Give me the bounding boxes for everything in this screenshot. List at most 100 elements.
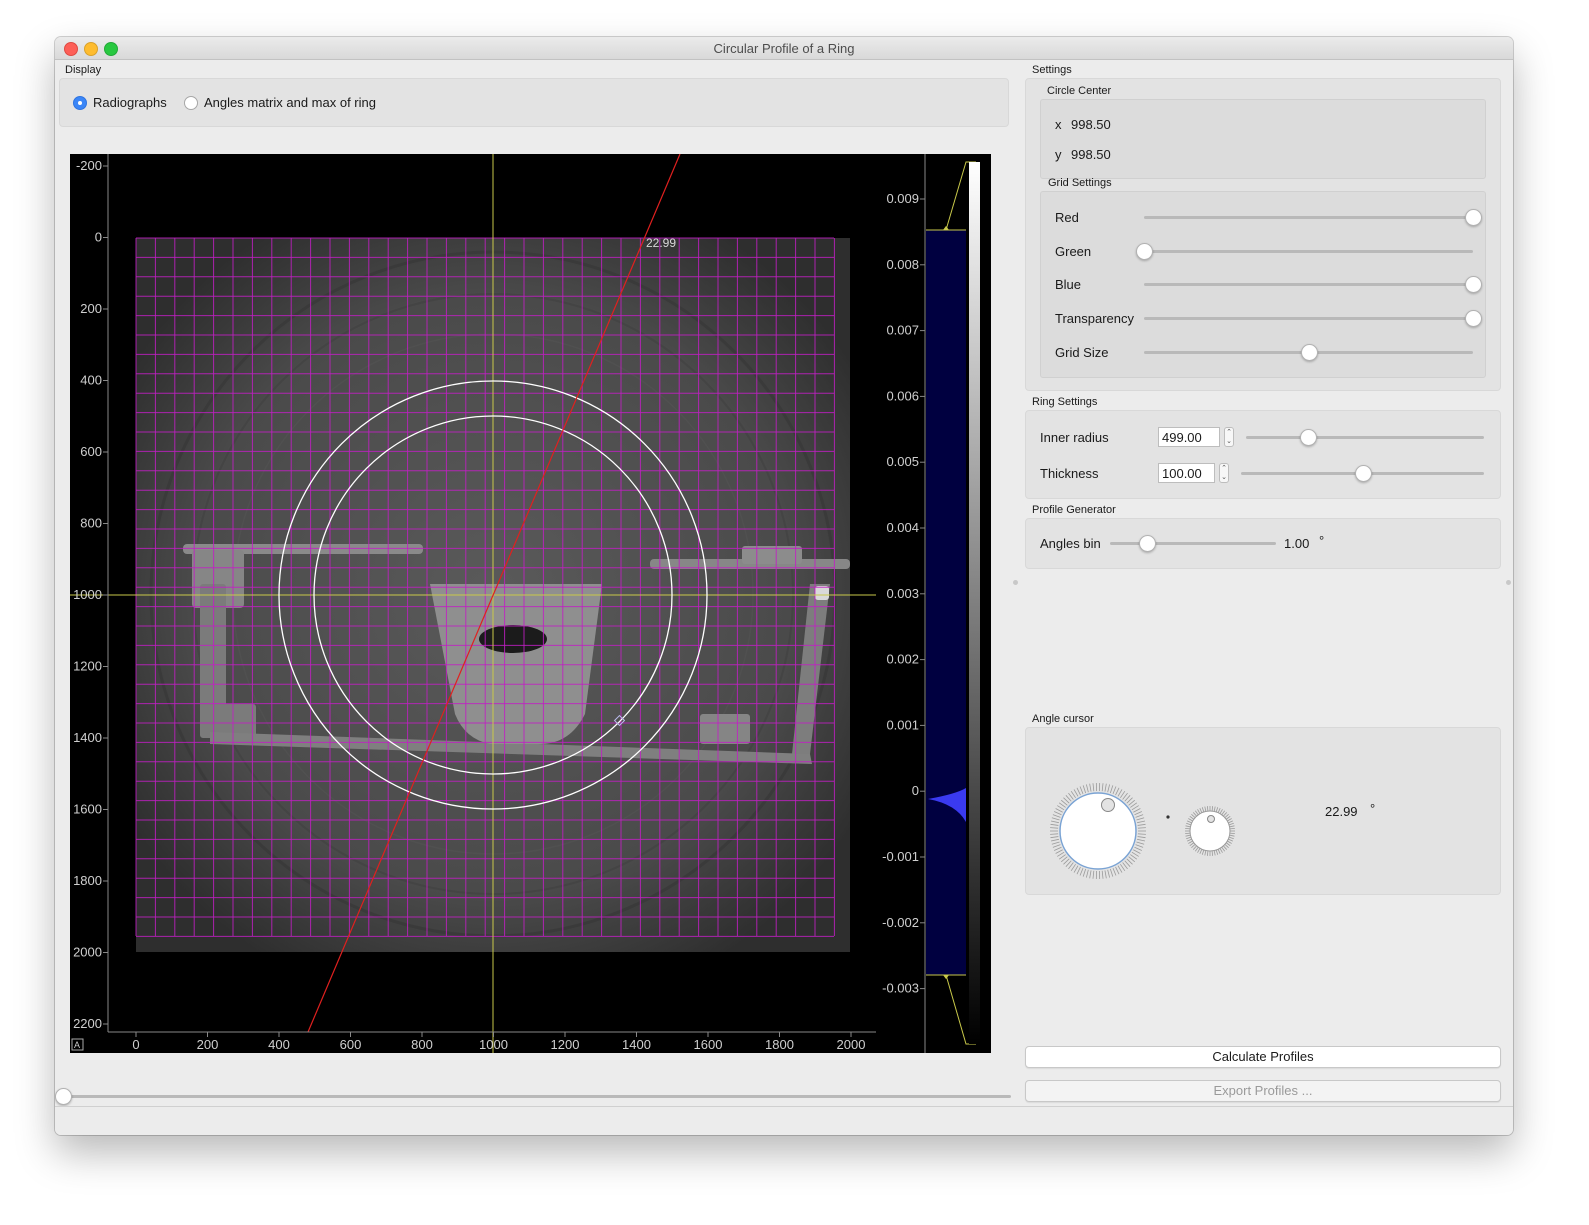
angle-cursor-label: Angle cursor bbox=[1032, 713, 1094, 725]
image-viewer[interactable]: 22.99 0 200 400 600 800 1000 1200 1400 1600 1800 2… bbox=[70, 154, 991, 1053]
x-tick-label: 200 bbox=[197, 1037, 219, 1052]
angles-bin-unit: ° bbox=[1319, 533, 1325, 548]
radio-angles-matrix[interactable]: Angles matrix and max of ring bbox=[184, 95, 376, 110]
histogram-handle-bottom[interactable] bbox=[943, 975, 949, 979]
auto-range-label: A bbox=[74, 1040, 80, 1050]
histogram-tick-label: 0.004 bbox=[886, 520, 919, 535]
histogram-tick-label: -0.003 bbox=[882, 981, 919, 996]
histogram-tick-label: 0.005 bbox=[886, 454, 919, 469]
center-x-value: 998.50 bbox=[1071, 117, 1111, 132]
histogram-tick-label: -0.001 bbox=[882, 849, 919, 864]
grid-red-slider[interactable] bbox=[1144, 208, 1482, 226]
main-window: Circular Profile of a Ring Display Radio… bbox=[55, 37, 1513, 1135]
circle-center-label: Circle Center bbox=[1047, 85, 1112, 97]
angle-coarse-dial[interactable] bbox=[1050, 783, 1146, 879]
y-tick-label: 200 bbox=[80, 301, 102, 316]
y-tick-label: 800 bbox=[80, 516, 102, 531]
y-tick-label: -200 bbox=[76, 158, 102, 173]
histogram-tick-label: 0 bbox=[912, 783, 919, 798]
angle-fine-dial[interactable] bbox=[1185, 806, 1235, 856]
inner-radius-slider[interactable] bbox=[1246, 428, 1484, 446]
grid-settings-label: Grid Settings bbox=[1048, 177, 1112, 189]
x-tick-label: 600 bbox=[340, 1037, 362, 1052]
y-tick-label: 2000 bbox=[73, 945, 102, 960]
thickness-input[interactable]: 100.00 bbox=[1158, 463, 1215, 483]
angles-bin-label: Angles bin bbox=[1040, 536, 1101, 551]
y-tick-label: 400 bbox=[80, 373, 102, 388]
grid-green-label: Green bbox=[1055, 244, 1092, 259]
x-axis-ticks: 0 200 400 600 800 1000 1200 1400 1600 1800 2000 bbox=[132, 1032, 865, 1052]
angle-line-label: 22.99 bbox=[646, 236, 676, 250]
splitter-handle-right[interactable] bbox=[1506, 580, 1511, 585]
thickness-slider[interactable] bbox=[1241, 464, 1484, 482]
profile-generator-group: Angles bin 1.00 ° bbox=[1025, 518, 1501, 569]
dial-separator-dot bbox=[1166, 815, 1170, 819]
settings-group: Circle Center x 998.50 y 998.50 Grid Set… bbox=[1025, 78, 1501, 391]
center-x-label: x bbox=[1055, 117, 1062, 132]
grid-red-label: Red bbox=[1055, 210, 1079, 225]
angles-bin-slider[interactable] bbox=[1110, 534, 1276, 552]
radio-radiographs-label: Radiographs bbox=[93, 95, 167, 110]
circle-center-group: x 998.50 y 998.50 bbox=[1040, 99, 1486, 179]
frame-slider[interactable] bbox=[55, 1087, 1011, 1105]
histogram-tick-label: 0.001 bbox=[886, 717, 919, 732]
radio-angles-matrix-label: Angles matrix and max of ring bbox=[204, 95, 376, 110]
histogram-tick-label: 0.007 bbox=[886, 323, 919, 338]
histogram-tick-label: 0.009 bbox=[886, 191, 919, 206]
ring-settings-label: Ring Settings bbox=[1032, 396, 1098, 408]
thickness-slider-handle[interactable] bbox=[1354, 465, 1372, 482]
radio-radiographs[interactable]: Radiographs bbox=[73, 95, 167, 110]
grid-green-slider[interactable] bbox=[1136, 242, 1473, 260]
y-tick-label: 1400 bbox=[73, 730, 102, 745]
frame-slider-handle[interactable] bbox=[55, 1088, 72, 1105]
y-tick-label: 1000 bbox=[73, 587, 102, 602]
angles-bin-slider-handle[interactable] bbox=[1138, 535, 1156, 552]
histogram-region[interactable] bbox=[926, 230, 966, 975]
x-tick-label: 0 bbox=[132, 1037, 139, 1052]
histogram-tick-label: 0.006 bbox=[886, 388, 919, 403]
radio-angles-matrix-indicator[interactable] bbox=[184, 95, 198, 110]
grid-settings-group: Red Green Blue Transparency Grid Size bbox=[1040, 191, 1486, 378]
x-tick-label: 400 bbox=[268, 1037, 290, 1052]
histogram-tick-label: -0.002 bbox=[882, 915, 919, 930]
inner-radius-input[interactable]: 499.00 bbox=[1158, 427, 1220, 447]
center-y-value: 998.50 bbox=[1071, 147, 1111, 162]
grid-transparency-slider-handle[interactable] bbox=[1465, 310, 1482, 327]
center-y-label: y bbox=[1055, 147, 1062, 162]
display-group-label: Display bbox=[65, 64, 102, 76]
inner-radius-stepper[interactable]: ⌃ ⌄ bbox=[1224, 427, 1234, 447]
histogram-handle-top[interactable] bbox=[943, 226, 949, 230]
grid-blue-label: Blue bbox=[1055, 277, 1082, 292]
grid-blue-slider[interactable] bbox=[1144, 275, 1482, 293]
display-group: Radiographs Angles matrix and max of rin… bbox=[59, 78, 1009, 127]
angle-cursor-group: 22.99 ° bbox=[1025, 727, 1501, 895]
thickness-stepper[interactable]: ⌃ ⌄ bbox=[1219, 463, 1229, 483]
histogram-tick-label: 0.002 bbox=[886, 652, 919, 667]
x-tick-label: 1600 bbox=[694, 1037, 723, 1052]
grid-red-slider-handle[interactable] bbox=[1465, 209, 1482, 226]
grid-transparency-label: Transparency bbox=[1055, 311, 1134, 326]
window-title: Circular Profile of a Ring bbox=[713, 41, 855, 56]
grid-size-slider[interactable] bbox=[1144, 343, 1473, 361]
radio-radiographs-indicator[interactable] bbox=[73, 95, 87, 110]
grid-size-label: Grid Size bbox=[1055, 345, 1109, 360]
grid-blue-slider-handle[interactable] bbox=[1465, 276, 1482, 293]
x-tick-label: 1200 bbox=[551, 1037, 580, 1052]
export-profiles-button[interactable]: Export Profiles ... bbox=[1025, 1080, 1501, 1102]
grid-green-slider-handle[interactable] bbox=[1136, 243, 1153, 260]
x-tick-label: 1800 bbox=[765, 1037, 794, 1052]
calculate-profiles-button[interactable]: Calculate Profiles bbox=[1025, 1046, 1501, 1068]
splitter-handle-left[interactable] bbox=[1013, 580, 1018, 585]
inner-radius-slider-handle[interactable] bbox=[1299, 429, 1317, 446]
y-tick-label: 600 bbox=[80, 444, 102, 459]
histogram-gradient-bar[interactable] bbox=[969, 162, 980, 1044]
status-bar bbox=[55, 1106, 1513, 1135]
profile-generator-label: Profile Generator bbox=[1032, 504, 1116, 516]
grid-transparency-slider[interactable] bbox=[1144, 309, 1482, 327]
x-tick-label: 1000 bbox=[479, 1037, 508, 1052]
y-tick-label: 1600 bbox=[73, 802, 102, 817]
ring-settings-group: Inner radius 499.00 ⌃ ⌄ Thickness 100.00 … bbox=[1025, 410, 1501, 499]
grid-size-slider-handle[interactable] bbox=[1300, 344, 1318, 361]
x-tick-label: 1400 bbox=[622, 1037, 651, 1052]
y-tick-label: 0 bbox=[95, 230, 102, 245]
